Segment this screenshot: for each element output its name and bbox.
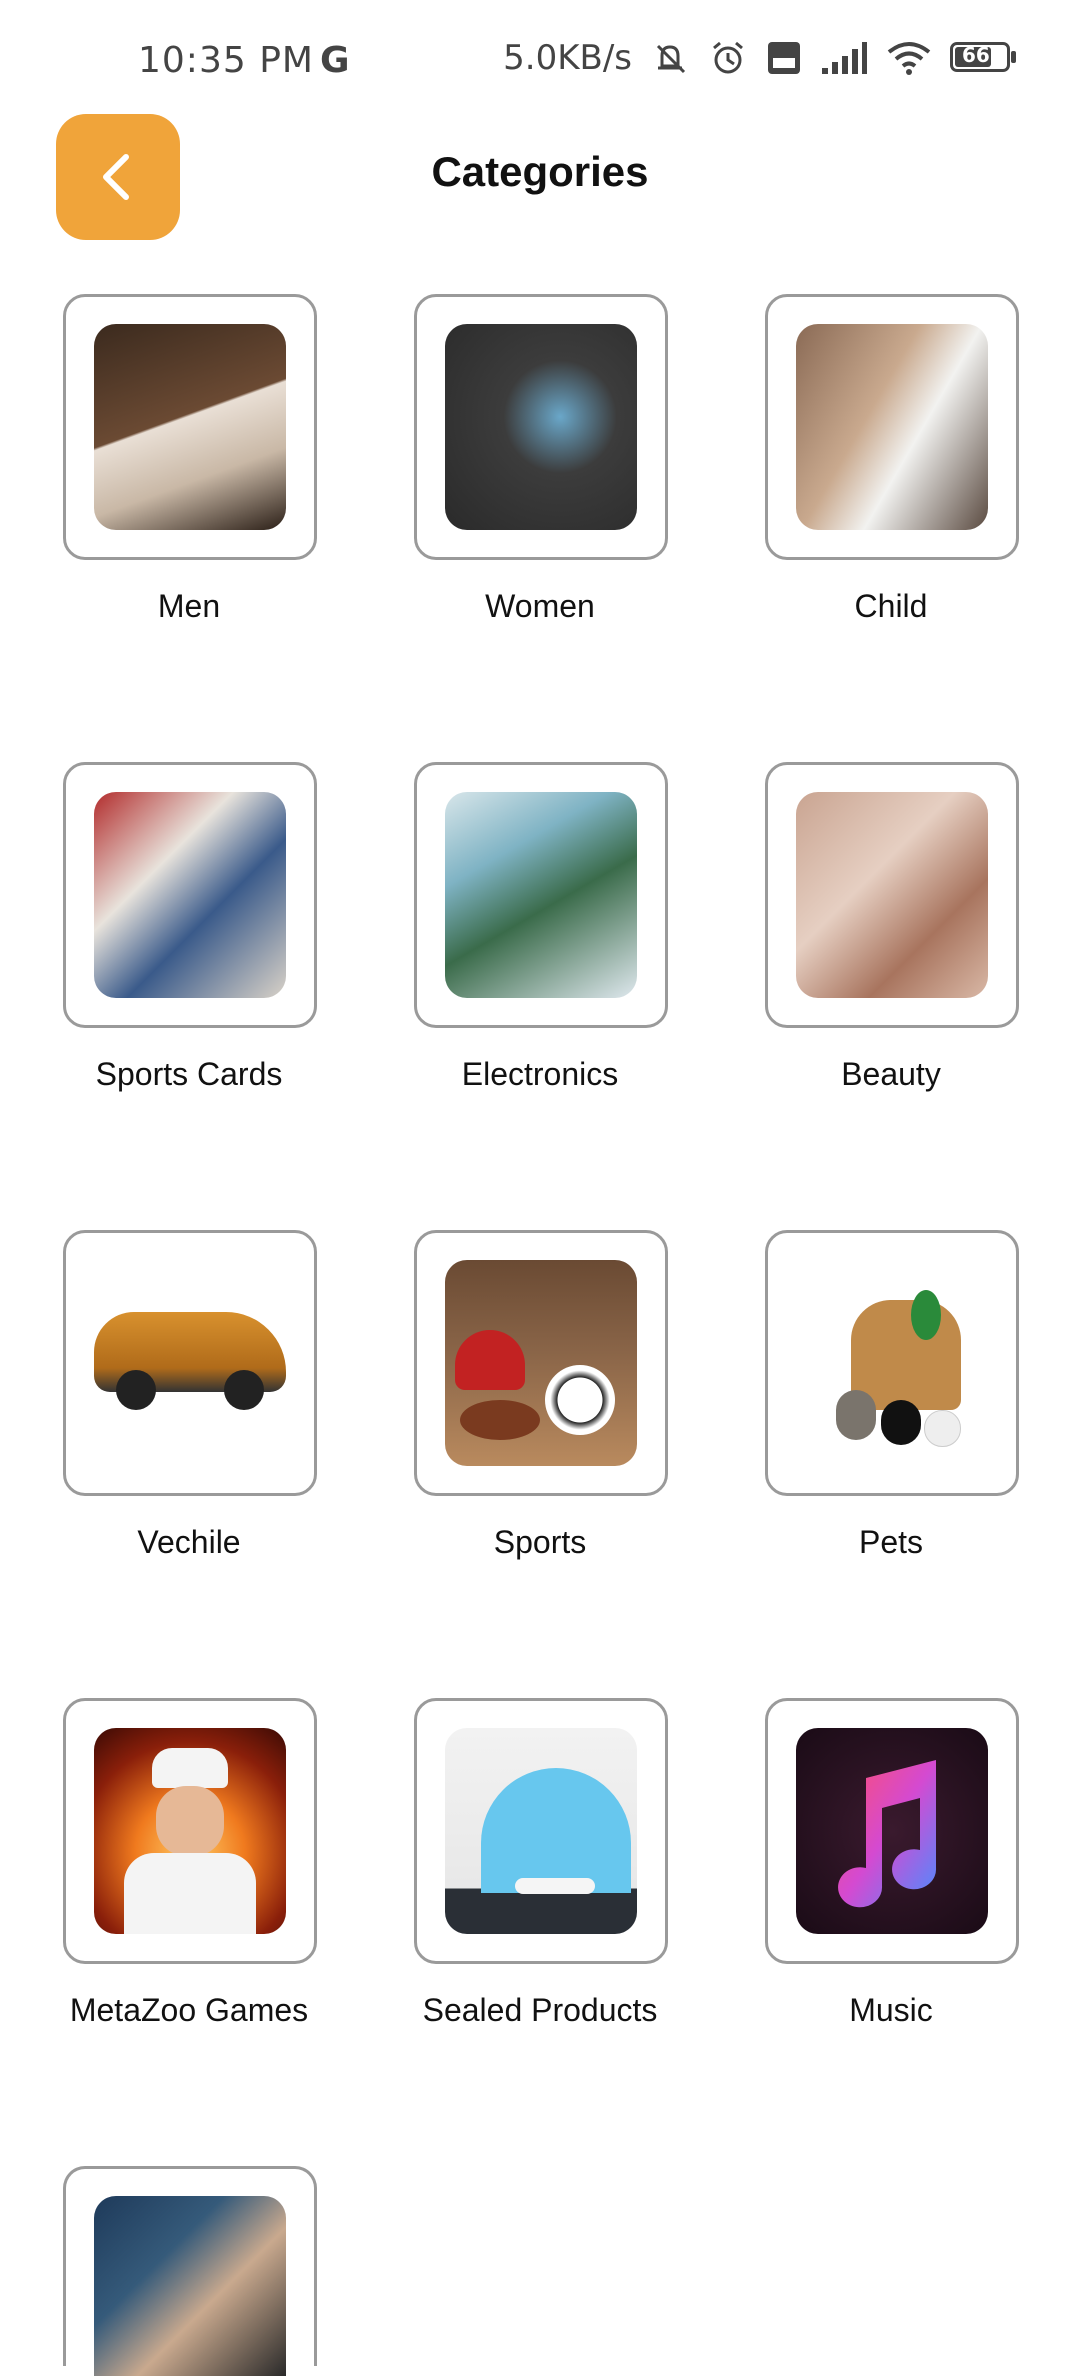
category-label-women: Women xyxy=(485,588,595,624)
category-label-child: Child xyxy=(854,588,928,624)
child-image xyxy=(796,324,988,530)
category-label-electronics: Electronics xyxy=(461,1056,619,1092)
sports-cards-image xyxy=(94,792,286,998)
category-label-sports-cards: Sports Cards xyxy=(95,1056,283,1092)
category-tile-sports-cards[interactable] xyxy=(63,762,317,1028)
category-tile-women[interactable] xyxy=(414,294,668,560)
category-tile-sports[interactable] xyxy=(414,1230,668,1496)
category-tile-beauty[interactable] xyxy=(765,762,1019,1028)
category-label-pets: Pets xyxy=(858,1524,924,1560)
beauty-image xyxy=(796,792,988,998)
category-tile-electronics[interactable] xyxy=(414,762,668,1028)
category-label-sealed-products: Sealed Products xyxy=(422,1992,658,2028)
metazoo-games-image xyxy=(94,1728,286,1934)
category-label-sports: Sports xyxy=(493,1524,587,1560)
category-label-men: Men xyxy=(157,588,221,624)
pets-image xyxy=(796,1260,988,1466)
category-label-vechile: Vechile xyxy=(137,1524,241,1560)
men-image xyxy=(94,324,286,530)
sealed-products-image xyxy=(445,1728,637,1934)
sports-image xyxy=(445,1260,637,1466)
vechile-image xyxy=(94,1260,286,1466)
category-tile-sealed-products[interactable] xyxy=(414,1698,668,1964)
category-grid: Men Women Child Sports Cards Electronics… xyxy=(0,0,1080,2376)
electronics-image xyxy=(445,792,637,998)
music-image xyxy=(796,1728,988,1934)
category-tile-more[interactable] xyxy=(63,2166,317,2376)
more-category-image xyxy=(94,2196,286,2376)
category-tile-child[interactable] xyxy=(765,294,1019,560)
category-tile-pets[interactable] xyxy=(765,1230,1019,1496)
category-label-beauty: Beauty xyxy=(841,1056,941,1092)
category-tile-metazoo-games[interactable] xyxy=(63,1698,317,1964)
women-image xyxy=(445,324,637,530)
category-tile-music[interactable] xyxy=(765,1698,1019,1964)
category-label-music: Music xyxy=(849,1992,933,2028)
category-tile-men[interactable] xyxy=(63,294,317,560)
music-note-icon xyxy=(838,1760,937,1908)
category-tile-vechile[interactable] xyxy=(63,1230,317,1496)
category-label-metazoo-games: MetaZoo Games xyxy=(69,1992,309,2028)
